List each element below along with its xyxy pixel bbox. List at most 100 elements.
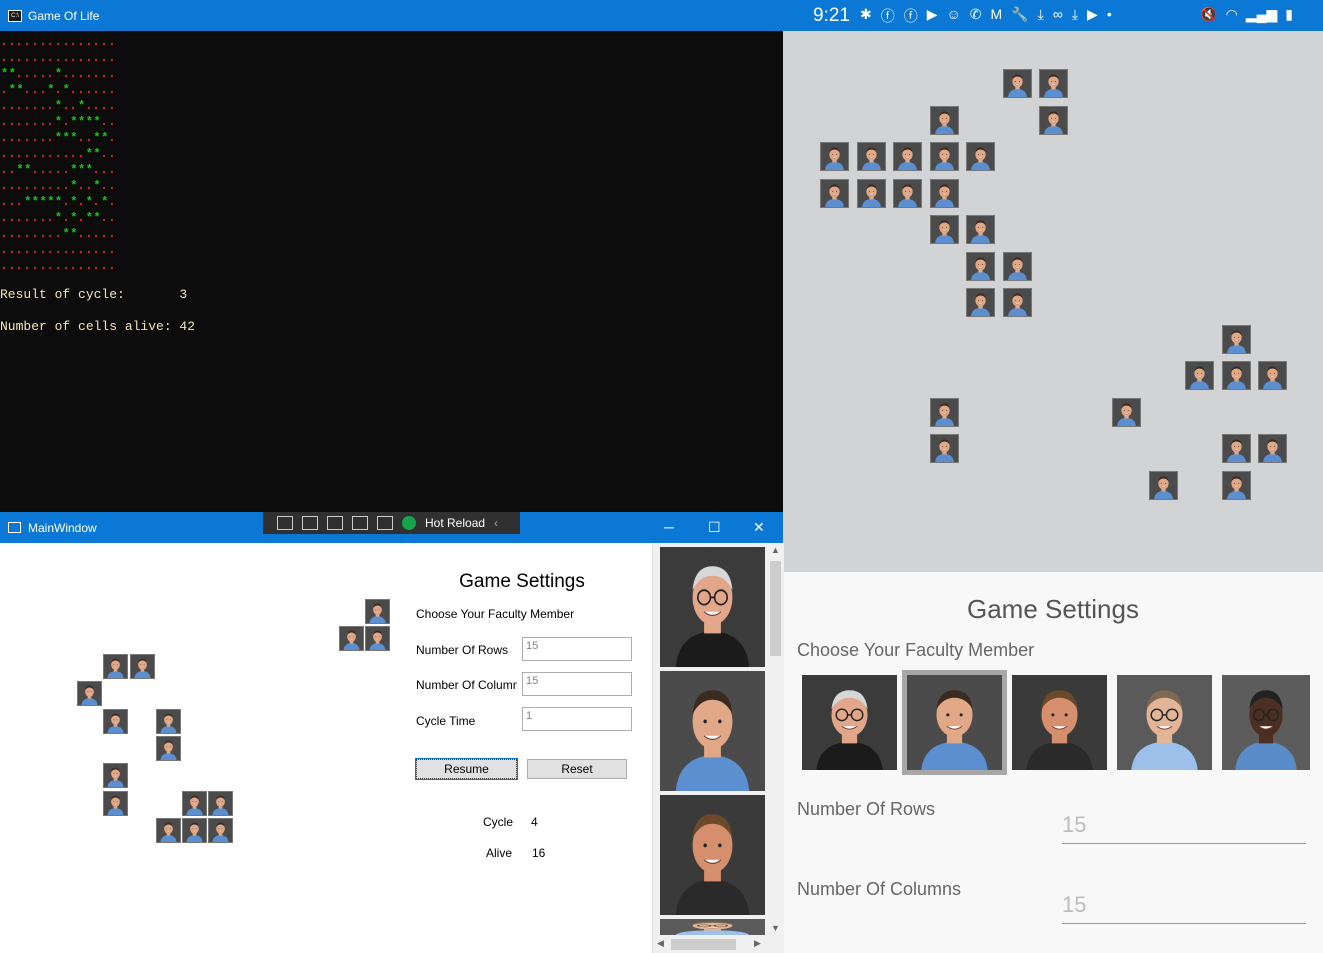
cols-textbox[interactable]: 15 [522, 672, 632, 696]
faculty-photo-option[interactable] [1012, 675, 1107, 770]
track-focus-icon[interactable] [352, 516, 368, 530]
faculty-list-item[interactable] [660, 919, 765, 935]
alive-cell-portrait[interactable] [155, 818, 181, 844]
dead-cell [41, 91, 44, 93]
alive-cell-portrait[interactable] [103, 790, 129, 816]
alive-cell-portrait[interactable] [966, 142, 995, 171]
alive-cell-portrait[interactable] [929, 397, 959, 427]
alive-cell: * [70, 227, 78, 241]
alive-cell-portrait[interactable] [77, 681, 103, 707]
alive-cell-portrait[interactable] [103, 763, 129, 789]
alive-cell-portrait[interactable] [1221, 470, 1251, 500]
alive-cell-portrait[interactable] [182, 818, 207, 844]
phone-cols-input[interactable]: 15 [1062, 892, 1306, 924]
dead-cell [49, 75, 52, 77]
alive-cell-portrait[interactable] [155, 708, 181, 734]
alive-cell-portrait[interactable] [929, 434, 959, 463]
cycle-time-textbox[interactable]: 1 [522, 707, 632, 731]
voicemail-icon: ∞ [1052, 5, 1063, 22]
dead-cell [87, 235, 90, 237]
alive-cell-portrait[interactable] [1002, 251, 1032, 281]
alive-cell-portrait[interactable] [1258, 434, 1287, 463]
hot-reload-label[interactable]: Hot Reload [425, 516, 485, 530]
choose-faculty-label: Choose Your Faculty Member [416, 607, 575, 621]
dead-cell [103, 235, 106, 237]
scroll-thumb[interactable] [770, 561, 781, 656]
alive-cell-portrait[interactable] [966, 288, 995, 317]
alive-cell-portrait[interactable] [182, 790, 207, 816]
alive-cell-portrait[interactable] [1002, 69, 1032, 98]
alive-cell-portrait[interactable] [1039, 105, 1068, 135]
scroll-left-icon[interactable]: ◀ [657, 938, 664, 949]
reset-button[interactable]: Reset [527, 759, 627, 779]
dead-cell [33, 91, 36, 93]
scroll-up-icon[interactable]: ▲ [771, 545, 780, 555]
alive-cell-portrait[interactable] [820, 142, 849, 171]
alive-cell: * [39, 195, 47, 209]
alive-cell-portrait[interactable] [1002, 288, 1032, 317]
alive-cell-portrait[interactable] [856, 178, 886, 208]
scroll-right-icon[interactable]: ▶ [754, 938, 761, 949]
display-adorners-icon[interactable] [327, 516, 343, 530]
alive-cell-portrait[interactable] [1148, 470, 1178, 500]
minimize-button[interactable]: ─ [664, 519, 674, 535]
window-app-icon [8, 522, 21, 533]
alive-cell-portrait[interactable] [1221, 434, 1251, 463]
select-element-icon[interactable] [302, 516, 318, 530]
hscroll-thumb[interactable] [671, 939, 736, 950]
scroll-down-icon[interactable]: ▼ [771, 923, 780, 933]
faculty-list-item[interactable] [660, 547, 765, 667]
faculty-listbox[interactable]: ▲ ▼ ◀ ▶ [652, 543, 784, 953]
alive-cell-portrait[interactable] [966, 251, 995, 281]
alive-cell-portrait[interactable] [208, 818, 234, 844]
binding-failures-icon[interactable] [377, 516, 393, 530]
alive-cell-portrait[interactable] [129, 653, 155, 679]
alive-cell-portrait[interactable] [103, 653, 129, 679]
close-button[interactable]: ✕ [753, 519, 765, 536]
faculty-list-item[interactable] [660, 795, 765, 915]
dead-cell [64, 219, 67, 221]
faculty-list-item[interactable] [660, 671, 765, 791]
alive-cell-portrait[interactable] [103, 708, 129, 734]
alive-cell: * [54, 115, 63, 129]
dead-cell [110, 235, 113, 237]
alive-cell: * [54, 131, 63, 145]
alive-cell-portrait[interactable] [365, 599, 391, 624]
alive-cell-portrait[interactable] [966, 215, 995, 244]
alive-cell-portrait[interactable] [1039, 69, 1068, 98]
alive-cell-portrait[interactable] [929, 142, 959, 171]
phone-rows-input[interactable]: 15 [1062, 812, 1306, 844]
alive-cell-portrait[interactable] [893, 142, 922, 171]
alive-cell-portrait[interactable] [1258, 361, 1287, 390]
faculty-photo-option[interactable] [802, 675, 897, 770]
faculty-photo-option[interactable] [902, 670, 1007, 775]
vertical-scrollbar[interactable]: ▲ ▼ [767, 543, 784, 936]
alive-cell-portrait[interactable] [856, 142, 886, 171]
dead-cell [64, 187, 67, 189]
dead-cell [33, 267, 36, 269]
rows-textbox[interactable]: 15 [522, 637, 632, 661]
alive-cell-portrait[interactable] [1112, 397, 1141, 427]
alive-cell-portrait[interactable] [820, 178, 849, 208]
alive-cell-portrait[interactable] [365, 626, 391, 652]
faculty-photo-option[interactable] [1117, 675, 1212, 770]
alive-cell-portrait[interactable] [929, 105, 959, 135]
faculty-photo-option[interactable] [1222, 675, 1310, 770]
dead-cell [10, 43, 13, 45]
alive-cell-portrait[interactable] [929, 178, 959, 208]
alive-cell-portrait[interactable] [929, 215, 959, 244]
alive-cell-portrait[interactable] [893, 178, 922, 208]
alive-cell: * [8, 67, 16, 81]
alive-cell-portrait[interactable] [339, 626, 365, 652]
live-visual-tree-icon[interactable] [277, 516, 293, 530]
horizontal-scrollbar[interactable]: ◀ ▶ [653, 936, 784, 953]
resume-button[interactable]: Resume [415, 758, 518, 780]
alive-cell-portrait[interactable] [155, 736, 181, 761]
collapse-toolbar-icon[interactable]: ‹ [494, 516, 498, 530]
alive-cell-portrait[interactable] [208, 790, 234, 816]
dead-cell [3, 59, 5, 61]
alive-cell-portrait[interactable] [1185, 361, 1214, 390]
alive-cell-portrait[interactable] [1221, 361, 1251, 390]
maximize-button[interactable]: ☐ [708, 519, 721, 536]
alive-cell-portrait[interactable] [1221, 324, 1251, 354]
